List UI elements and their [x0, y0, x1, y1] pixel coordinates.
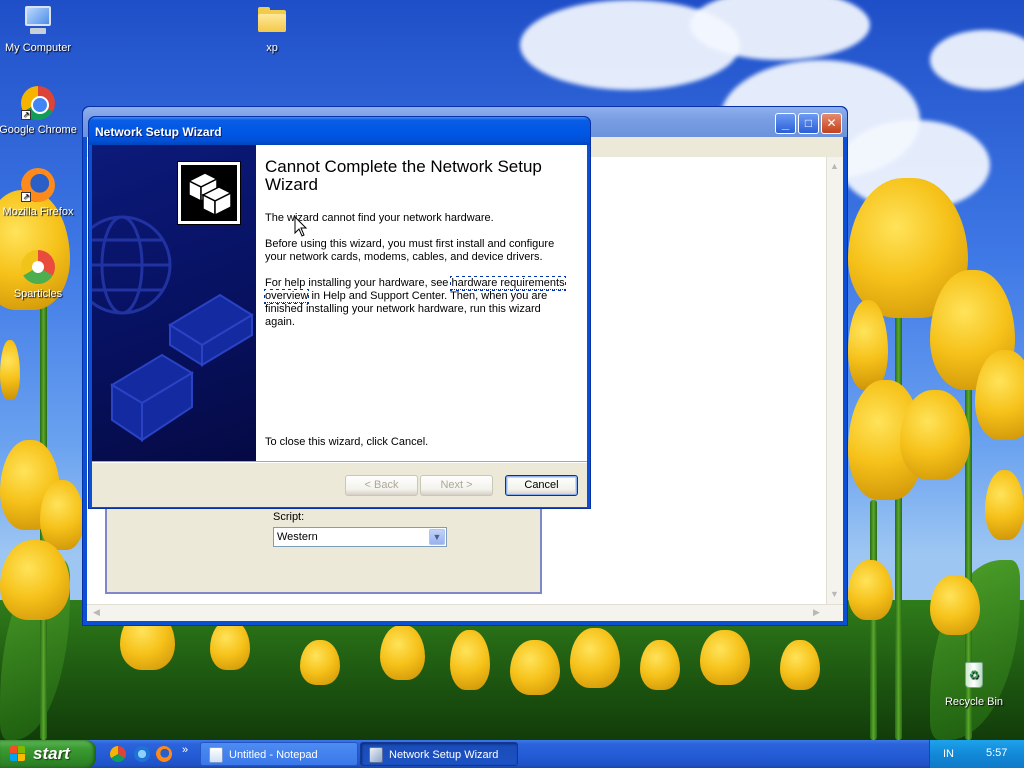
start-button[interactable]: start: [0, 740, 96, 768]
close-button[interactable]: ✕: [821, 113, 842, 134]
wizard-heading: Cannot Complete the Network Setup Wizard: [265, 157, 542, 194]
taskbar-item-notepad[interactable]: Untitled - Notepad: [200, 742, 358, 766]
tulip: [40, 480, 84, 550]
script-label: Script:: [273, 511, 305, 523]
tulip: [450, 630, 490, 690]
ie-icon[interactable]: [134, 746, 150, 762]
recycle-bin-icon: ♻: [957, 658, 991, 692]
tulip: [985, 470, 1024, 540]
wizard-message-3: For help installing your hardware, see h…: [264, 276, 566, 329]
cancel-button[interactable]: Cancel: [505, 475, 578, 496]
system-tray: IN 5:57: [929, 740, 1024, 768]
tulip: [900, 390, 970, 480]
tulip: [780, 640, 820, 690]
taskbar: start » Untitled - Notepad Network Setup…: [0, 740, 1024, 768]
desktop-icon-label: Recycle Bin: [944, 696, 1004, 708]
wizard-content: Cannot Complete the Network Setup Wizard…: [256, 145, 587, 461]
desktop-icon-recycle-bin[interactable]: ♻ Recycle Bin: [934, 658, 1014, 709]
next-button[interactable]: Next >: [420, 475, 493, 496]
network-wizard-icon: [369, 747, 383, 763]
tulip: [380, 625, 425, 680]
script-select[interactable]: Western ▼: [273, 527, 447, 547]
maximize-button[interactable]: □: [798, 113, 819, 134]
wizard-title: Network Setup Wizard: [95, 125, 222, 139]
tulip: [930, 575, 980, 635]
wizard-message-3-text: in Help and Support Center. Then, when y…: [265, 290, 548, 328]
desktop-icon-my-computer[interactable]: My Computer: [0, 4, 78, 55]
tulip: [0, 540, 70, 620]
chrome-icon[interactable]: [110, 746, 126, 762]
shortcut-arrow-icon: ↗: [21, 192, 31, 202]
folder-icon: [255, 4, 289, 38]
stem: [895, 290, 902, 740]
taskbar-item-network-setup-wizard[interactable]: Network Setup Wizard: [360, 742, 518, 766]
wizard-side-banner: [92, 145, 256, 461]
desktop-icon-label: xp: [266, 42, 278, 54]
chrome-icon: ↗: [21, 86, 55, 120]
scroll-left-arrow-icon[interactable]: ◀: [89, 605, 104, 620]
desktop-icon-label: Google Chrome: [0, 124, 77, 136]
tulip: [570, 628, 620, 688]
shortcut-arrow-icon: ↗: [21, 110, 31, 120]
tulip: [510, 640, 560, 695]
taskbar-item-label: Network Setup Wizard: [389, 749, 499, 761]
language-indicator[interactable]: IN: [943, 748, 954, 760]
windows-logo-icon: [10, 746, 27, 762]
tulip: [848, 300, 888, 390]
cloud: [930, 30, 1024, 90]
tulip: [640, 640, 680, 690]
horizontal-scrollbar[interactable]: ◀ ▶: [87, 604, 843, 621]
computer-icon: [21, 4, 55, 38]
desktop-icon-label: Sparticles: [13, 288, 63, 300]
wizard-message-2: Before using this wizard, you must first…: [265, 238, 555, 263]
scroll-up-arrow-icon[interactable]: ▲: [827, 159, 842, 174]
sparticles-icon: [21, 250, 55, 284]
chevron-down-icon[interactable]: ▼: [429, 529, 445, 545]
wizard-message-3-text: For help installing your hardware, see: [265, 277, 452, 289]
tulip: [210, 620, 250, 670]
desktop-icon-label: My Computer: [4, 42, 72, 54]
back-button[interactable]: < Back: [345, 475, 418, 496]
network-computers-icon: [177, 161, 241, 225]
font-dialog: [105, 500, 542, 594]
desktop-icon-label: Mozilla Firefox: [2, 206, 74, 218]
desktop-icon-sparticles[interactable]: Sparticles: [0, 250, 78, 301]
notepad-icon: [209, 747, 223, 763]
firefox-icon: ↗: [21, 168, 55, 202]
tulip: [848, 560, 893, 620]
wizard-message-4: To close this wizard, click Cancel.: [265, 436, 429, 448]
scroll-right-arrow-icon[interactable]: ▶: [809, 605, 824, 620]
firefox-icon[interactable]: [156, 746, 172, 762]
wizard-separator: [92, 461, 587, 463]
stem: [870, 500, 877, 740]
desktop-icon-xp[interactable]: xp: [232, 4, 312, 55]
script-select-value: Western: [277, 531, 318, 543]
desktop-icon-mozilla-firefox[interactable]: ↗ Mozilla Firefox: [0, 168, 78, 219]
taskbar-item-label: Untitled - Notepad: [229, 749, 318, 761]
vertical-scrollbar[interactable]: ▲ ▼: [826, 157, 843, 604]
network-setup-wizard-dialog[interactable]: Network Setup Wizard Cannot Complete the…: [88, 116, 591, 509]
tulip: [0, 340, 20, 400]
wizard-message-1: The wizard cannot find your network hard…: [265, 212, 494, 224]
minimize-button[interactable]: _: [775, 113, 796, 134]
wizard-body: Cannot Complete the Network Setup Wizard…: [92, 145, 587, 507]
wizard-titlebar[interactable]: Network Setup Wizard: [89, 117, 590, 145]
quick-launch-more-icon[interactable]: »: [182, 744, 188, 756]
tulip: [700, 630, 750, 685]
scroll-down-arrow-icon[interactable]: ▼: [827, 587, 842, 602]
clock[interactable]: 5:57: [986, 747, 1007, 759]
start-label: start: [33, 744, 70, 763]
desktop-icon-google-chrome[interactable]: ↗ Google Chrome: [0, 86, 78, 137]
tulip: [300, 640, 340, 685]
